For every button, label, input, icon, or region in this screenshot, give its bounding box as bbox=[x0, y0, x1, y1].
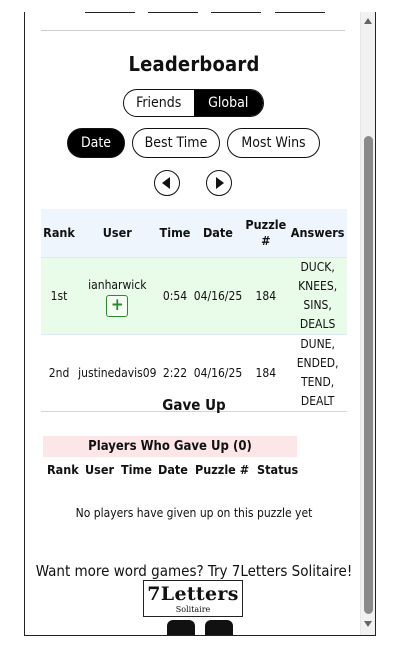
sort-most-wins-button[interactable]: Most Wins bbox=[227, 128, 320, 158]
sort-date-button[interactable]: Date bbox=[67, 128, 125, 158]
table-header-row: Rank User Time Date Puzzle # Answers bbox=[41, 209, 347, 258]
divider bbox=[275, 12, 325, 13]
gave-up-section-label: Players Who Gave Up (0) bbox=[43, 436, 297, 457]
user-cell: ianharwick + bbox=[77, 257, 158, 335]
col-answers: Answers bbox=[288, 209, 347, 258]
username[interactable]: ianharwick bbox=[78, 276, 156, 295]
rank-cell: 1st bbox=[41, 257, 78, 335]
col-rank: Rank bbox=[47, 462, 79, 477]
gave-up-empty-message: No players have given up on this puzzle … bbox=[75, 506, 313, 520]
col-user: User bbox=[85, 462, 115, 477]
col-date: Date bbox=[192, 209, 244, 258]
scrollbar[interactable] bbox=[360, 12, 375, 635]
next-page-button[interactable] bbox=[206, 170, 232, 196]
divider bbox=[41, 30, 345, 31]
answers-cell: DUCK, KNEES, SINS, DEALS bbox=[288, 257, 347, 335]
prev-page-button[interactable] bbox=[154, 170, 180, 196]
col-user: User bbox=[77, 209, 158, 258]
scroll-down-arrow-icon[interactable] bbox=[364, 621, 372, 627]
scope-toggle: Friends Global bbox=[123, 89, 264, 117]
divider bbox=[211, 12, 261, 13]
col-puzzle: Puzzle # bbox=[195, 462, 250, 477]
logo-subtitle: Solitaire bbox=[175, 605, 211, 614]
table-row: 1st ianharwick + 0:54 04/16/25 184 DUCK,… bbox=[41, 257, 347, 335]
leaderboard-panel: Leaderboard Friends Global Date Best Tim… bbox=[24, 12, 376, 636]
solitaire-logo-link[interactable]: 7Letters Solitaire bbox=[143, 580, 243, 617]
scrollbar-thumb[interactable] bbox=[364, 136, 373, 614]
col-time: Time bbox=[157, 209, 193, 258]
tab-friends[interactable]: Friends bbox=[124, 90, 194, 116]
sort-best-time-button[interactable]: Best Time bbox=[132, 128, 220, 158]
col-status: Status bbox=[257, 462, 299, 477]
add-friend-button[interactable]: + bbox=[106, 294, 129, 317]
chevron-right-icon bbox=[216, 177, 224, 189]
leaderboard-table: Rank User Time Date Puzzle # Answers 1st… bbox=[41, 209, 347, 412]
col-rank: Rank bbox=[41, 209, 78, 258]
instagram-icon[interactable] bbox=[205, 620, 233, 635]
logo-title: 7Letters bbox=[147, 583, 239, 605]
social-links bbox=[167, 620, 233, 635]
gave-up-title: Gave Up bbox=[162, 396, 226, 414]
time-cell: 0:54 bbox=[157, 257, 193, 335]
puzzle-cell: 184 bbox=[243, 257, 289, 335]
col-date: Date bbox=[158, 462, 188, 477]
date-cell: 04/16/25 bbox=[192, 257, 244, 335]
divider bbox=[85, 12, 135, 13]
col-time: Time bbox=[121, 462, 152, 477]
scroll-up-arrow-icon[interactable] bbox=[364, 18, 372, 24]
col-puzzle: Puzzle # bbox=[243, 209, 289, 258]
chevron-left-icon bbox=[162, 177, 170, 189]
tab-global[interactable]: Global bbox=[193, 90, 263, 116]
leaderboard-title: Leaderboard bbox=[128, 52, 260, 76]
facebook-icon[interactable] bbox=[167, 620, 195, 635]
promo-text: Want more word games? Try 7Letters Solit… bbox=[35, 562, 353, 580]
divider bbox=[148, 12, 198, 13]
